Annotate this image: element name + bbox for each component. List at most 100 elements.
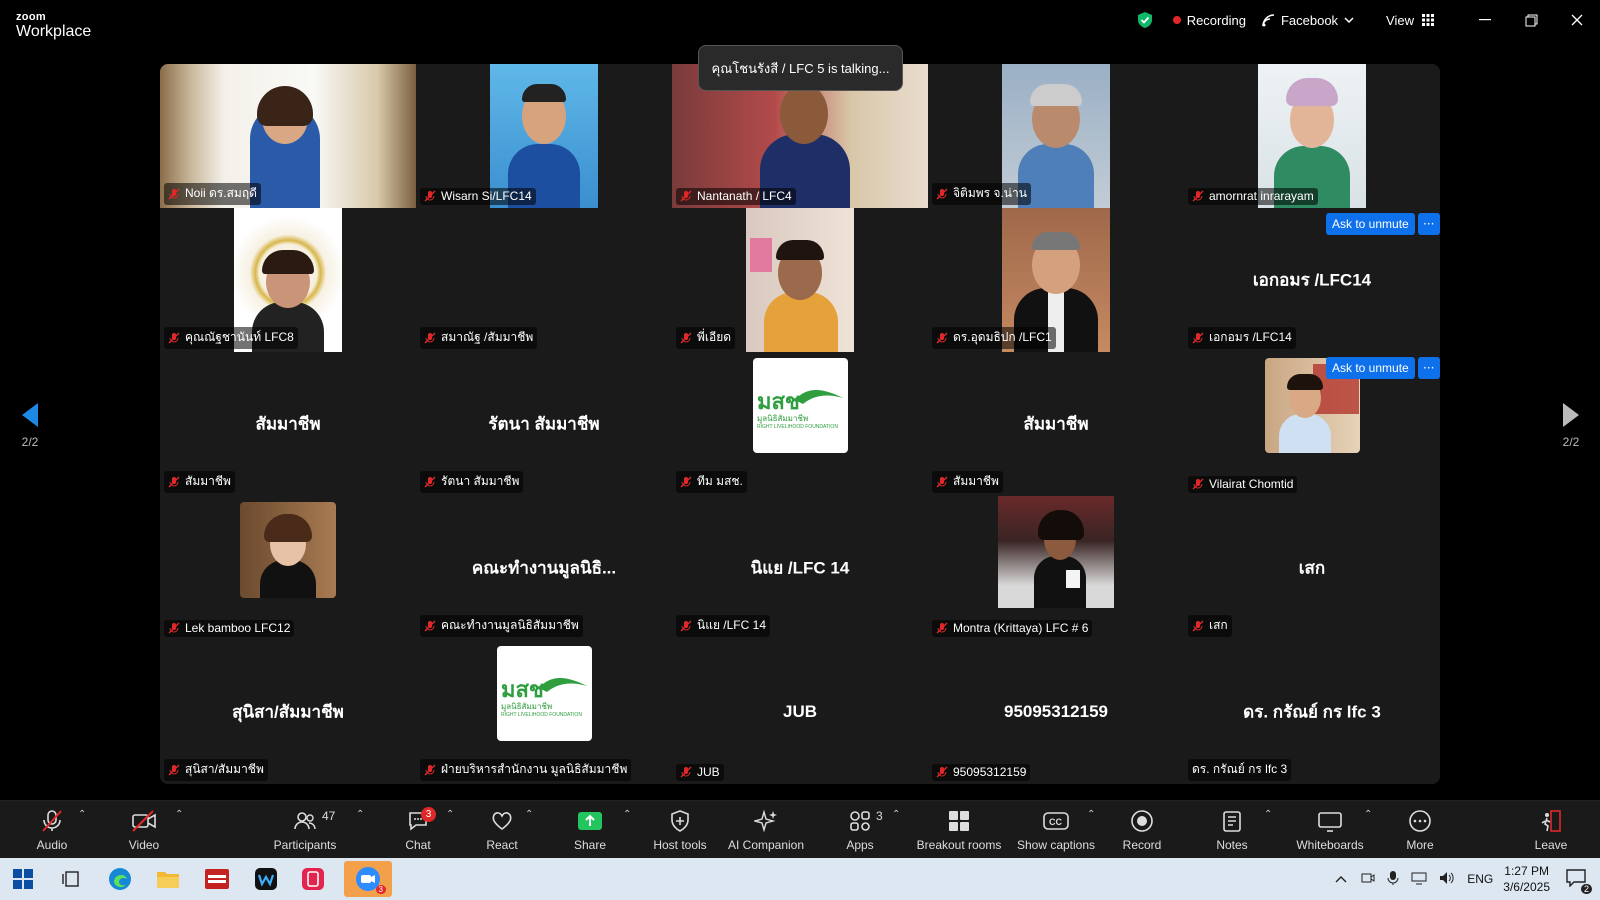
participant-name: ทีม มสช.	[697, 474, 743, 488]
ask-to-unmute-group: Ask to unmute ···	[1326, 213, 1440, 235]
more-button[interactable]: More	[1400, 801, 1440, 859]
participant-tile[interactable]: พี่เอียด	[672, 208, 928, 352]
show-captions-button[interactable]: CC Show captions	[1016, 801, 1096, 859]
microphone-tray-icon[interactable]	[1387, 870, 1399, 889]
participant-tile[interactable]: คณะทำงานมูลนิธิ... คณะทำงานมูลนิธิสัมมาช…	[416, 496, 672, 640]
tray-overflow-chevron-icon[interactable]	[1335, 872, 1347, 886]
participant-tile[interactable]: นิแย /LFC 14 นิแย /LFC 14	[672, 496, 928, 640]
breakout-rooms-button[interactable]: Breakout rooms	[916, 801, 1002, 859]
participant-tile[interactable]: Noii ดร.สมฤดี	[160, 64, 416, 208]
recording-indicator[interactable]: Recording	[1172, 13, 1246, 28]
chat-badge: 3	[421, 807, 436, 822]
participant-tile[interactable]: คุณณัฐชานันท์ LFC8	[160, 208, 416, 352]
more-options-icon[interactable]: ···	[1417, 213, 1440, 235]
mic-muted-icon	[936, 332, 948, 343]
participant-name: JUB	[697, 765, 720, 779]
audio-options-caret-icon[interactable]: ⌃	[78, 809, 86, 820]
chevron-down-icon	[1344, 17, 1354, 23]
participant-tile[interactable]: ดร. กรัณย์ กร lfc 3 ดร. กรัณย์ กร lfc 3	[1184, 640, 1440, 784]
apps-count: 3	[876, 809, 883, 823]
participant-nameplate: Nantanath / LFC4	[676, 188, 796, 205]
pink-app-icon[interactable]	[298, 864, 328, 894]
chat-options-caret-icon[interactable]: ⌃	[446, 809, 454, 820]
participant-name: Lek bamboo LFC12	[185, 621, 291, 635]
participant-tile[interactable]: JUB JUB	[672, 640, 928, 784]
zoom-app-taskbar-icon[interactable]: 3	[344, 861, 392, 897]
participant-tile[interactable]: รัตนา สัมมาชีพ รัตนา สัมมาชีพ	[416, 352, 672, 496]
react-options-caret-icon[interactable]: ⌃	[525, 809, 533, 820]
file-explorer-icon[interactable]	[153, 864, 183, 894]
notes-label: Notes	[1216, 838, 1248, 852]
participant-nameplate: ฝ่ายบริหารสำนักงาน มูลนิธิสัมมาชีพ	[420, 759, 632, 781]
participant-tile[interactable]: Montra (Krittaya) LFC # 6	[928, 496, 1184, 640]
participants-options-caret-icon[interactable]: ⌃	[356, 809, 364, 820]
participant-tile[interactable]: จิติมพร จ.น่าน	[928, 64, 1184, 208]
system-clock[interactable]: 1:27 PM 3/6/2025	[1503, 863, 1550, 895]
view-menu-button[interactable]: View	[1386, 13, 1434, 28]
record-button[interactable]: Record	[1122, 801, 1162, 859]
task-view-icon[interactable]	[56, 864, 86, 894]
share-screen-icon	[578, 812, 602, 830]
input-language[interactable]: ENG	[1467, 872, 1493, 886]
ask-to-unmute-button[interactable]: Ask to unmute	[1326, 213, 1415, 235]
participant-tile[interactable]: สุนิสา/สัมมาชีพ สุนิสา/สัมมาชีพ	[160, 640, 416, 784]
participant-tile[interactable]: สัมมาชีพ สัมมาชีพ	[160, 352, 416, 496]
participant-tile[interactable]: สมาณัฐ /สัมมาชีพ	[416, 208, 672, 352]
camera-tray-icon[interactable]	[1361, 871, 1375, 888]
gallery-next-page[interactable]: 2/2	[1543, 380, 1599, 470]
more-options-icon[interactable]: ···	[1417, 357, 1440, 379]
notes-button[interactable]: Notes	[1212, 801, 1252, 859]
participant-name: ดร. กรัณย์ กร lfc 3	[1192, 762, 1288, 776]
apps-button[interactable]: Apps	[840, 801, 880, 859]
network-tray-icon[interactable]	[1411, 871, 1427, 888]
participant-nameplate: เอกอมร /LFC14	[1188, 327, 1296, 349]
participant-nameplate: Montra (Krittaya) LFC # 6	[932, 620, 1093, 637]
participant-tile[interactable]: มสช มูลนิธิสัมมาชีพ RIGHT LIVELIHOOD FOU…	[672, 352, 928, 496]
gallery-prev-page[interactable]: 2/2	[2, 380, 58, 470]
voice-lifter-app-icon[interactable]	[202, 864, 232, 894]
webex-app-icon[interactable]	[251, 864, 281, 894]
mic-muted-icon	[936, 766, 948, 778]
notifications-icon[interactable]: 2	[1566, 868, 1592, 894]
more-icon	[1409, 810, 1431, 832]
whiteboards-button[interactable]: Whiteboards	[1294, 801, 1366, 859]
windows-start-icon[interactable]	[8, 864, 38, 894]
arrow-right-icon	[1563, 403, 1579, 427]
participant-tile[interactable]: 95095312159 95095312159	[928, 640, 1184, 784]
ask-to-unmute-button[interactable]: Ask to unmute	[1326, 357, 1415, 379]
participant-tile[interactable]: Lek bamboo LFC12	[160, 496, 416, 640]
participant-nameplate: ทีม มสช.	[676, 471, 747, 493]
participant-tile[interactable]: มสช มูลนิธิสัมมาชีพ RIGHT LIVELIHOOD FOU…	[416, 640, 672, 784]
leave-button[interactable]: Leave	[1528, 801, 1574, 859]
participant-tile[interactable]: ดร.อุดมธิปก /LFC1	[928, 208, 1184, 352]
share-button[interactable]: Share	[570, 801, 610, 859]
participant-tile[interactable]: Wisarn Si/LFC14	[416, 64, 672, 208]
participant-tile[interactable]: amornrat inrarayam	[1184, 64, 1440, 208]
participant-name: สมาณัฐ /สัมมาชีพ	[441, 330, 534, 344]
encryption-shield-icon[interactable]	[1137, 11, 1153, 29]
livestream-facebook[interactable]: Facebook	[1262, 13, 1360, 28]
volume-tray-icon[interactable]	[1439, 871, 1455, 888]
close-button[interactable]	[1554, 0, 1600, 40]
participant-tile[interactable]: เสก เสก	[1184, 496, 1440, 640]
mic-muted-icon	[680, 190, 692, 202]
video-button[interactable]: Video	[124, 801, 164, 859]
participant-nameplate: นิแย /LFC 14	[676, 615, 770, 637]
ai-companion-button[interactable]: AI Companion	[728, 801, 804, 859]
logo-swoosh-icon	[539, 678, 587, 692]
apps-options-caret-icon[interactable]: ⌃	[892, 809, 900, 820]
title-bar: zoom Workplace Recording Facebook View	[0, 0, 1600, 44]
share-options-caret-icon[interactable]: ⌃	[623, 809, 631, 820]
whiteboards-options-caret-icon[interactable]: ⌃	[1364, 809, 1372, 820]
participant-display-name: สัมมาชีพ	[255, 414, 321, 434]
edge-browser-icon[interactable]	[105, 864, 135, 894]
react-button[interactable]: React	[482, 801, 522, 859]
host-tools-button[interactable]: Host tools	[650, 801, 710, 859]
minimize-button[interactable]	[1462, 0, 1508, 40]
video-options-caret-icon[interactable]: ⌃	[175, 809, 183, 820]
participant-tile[interactable]: สัมมาชีพ สัมมาชีพ	[928, 352, 1184, 496]
notes-options-caret-icon[interactable]: ⌃	[1264, 809, 1272, 820]
audio-button[interactable]: Audio	[32, 801, 72, 859]
captions-options-caret-icon[interactable]: ⌃	[1087, 809, 1095, 820]
restore-button[interactable]	[1508, 0, 1554, 40]
